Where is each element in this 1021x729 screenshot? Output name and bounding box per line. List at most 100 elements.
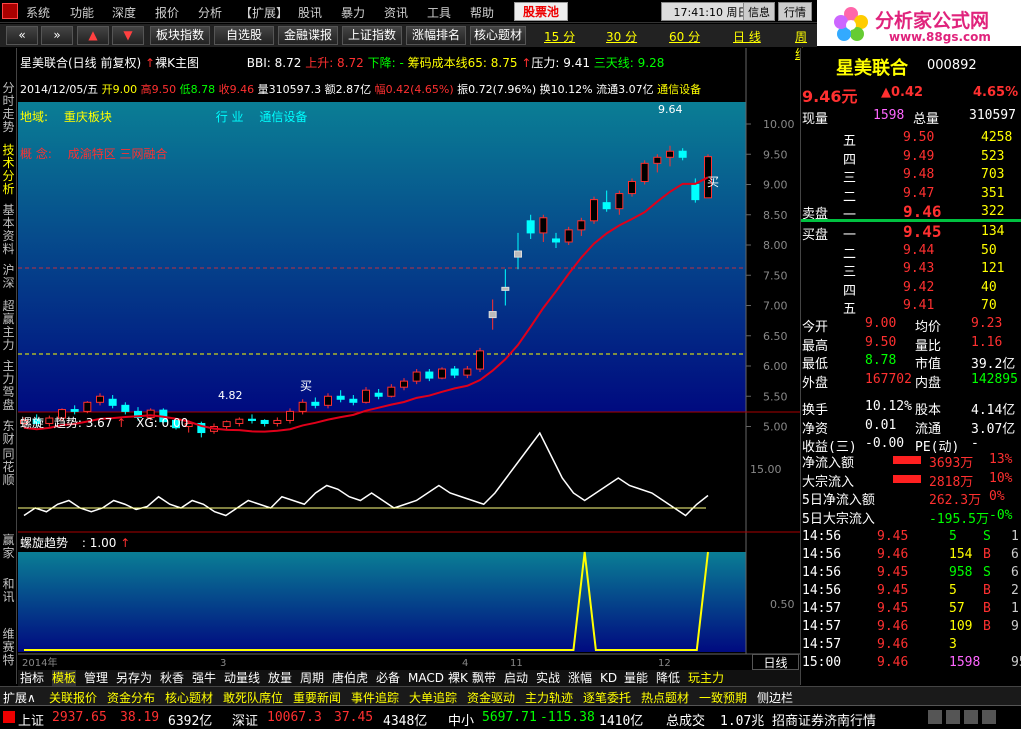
period-daily[interactable]: 日 线 <box>733 28 761 45</box>
ext-tab[interactable]: 扩展∧ <box>3 689 36 706</box>
tab-weisaite[interactable]: 维赛特 <box>1 628 16 667</box>
next-double-button[interactable]: » <box>41 26 73 45</box>
indicator-tab[interactable]: MACD <box>408 670 444 686</box>
tray-icons[interactable] <box>928 710 1018 726</box>
ext-tab[interactable]: 敢死队席位 <box>223 689 283 706</box>
kline-chart[interactable]: 10.00 9.50 9.00 8.50 8.00 7.50 7.00 6.50 6.00 5.5… <box>18 48 800 670</box>
candle <box>260 419 269 424</box>
buy-signal-1: 买 <box>707 175 719 189</box>
tab-eastmoney[interactable]: 东财 <box>1 420 16 446</box>
quote-panel: 星美联合 000892 9.46元 ▲0.42 4.65% 现量 1598 总量… <box>800 48 1021 705</box>
up-label: 上升: 8.72 <box>305 56 364 70</box>
y-tick-label: 6.00 <box>763 360 788 373</box>
ext-tab[interactable]: 主力轨迹 <box>525 689 573 706</box>
menu-system[interactable]: 系统 <box>26 4 50 21</box>
x-tick-4: 4 <box>462 658 468 669</box>
tab-shsz[interactable]: 沪深 <box>1 264 16 290</box>
menu-violence[interactable]: 暴力 <box>341 4 365 21</box>
indicator-tab[interactable]: 动量线 <box>224 670 260 686</box>
indicator-tab[interactable]: 唐伯虎 <box>332 670 368 686</box>
indicator-tab[interactable]: 放量 <box>268 670 292 686</box>
period-60m[interactable]: 60 分 <box>669 28 700 45</box>
menu-function[interactable]: 功能 <box>70 4 94 21</box>
indicator-tab[interactable]: 管理 <box>84 670 108 686</box>
up-arrow-button[interactable]: ▲ <box>77 26 109 45</box>
tab-mainforce[interactable]: 主力驾盘 <box>1 360 16 412</box>
indicator-tab[interactable]: 量能 <box>624 670 648 686</box>
candle <box>83 401 92 412</box>
stock-code: 000892 <box>927 58 977 73</box>
tray-icon[interactable] <box>928 710 942 724</box>
sector-index-button[interactable]: 板块指数 <box>150 26 210 45</box>
indicator-tab[interactable]: 实战 <box>536 670 560 686</box>
candle <box>96 395 104 403</box>
indicator-tab[interactable]: 飘带 <box>472 670 496 686</box>
candle <box>349 398 358 403</box>
candle <box>666 150 674 158</box>
indicator-tab[interactable]: 必备 <box>376 670 400 686</box>
period-30m[interactable]: 30 分 <box>606 28 637 45</box>
menu-tools[interactable]: 工具 <box>427 4 451 21</box>
candle <box>539 217 548 234</box>
core-theme-button[interactable]: 核心题材 <box>470 26 526 45</box>
gain-rank-button[interactable]: 涨幅排名 <box>406 26 466 45</box>
daily-label[interactable]: 日线 <box>752 654 799 670</box>
ind2-header: 螺旋趋势 : 1.00 ↑ <box>20 536 131 550</box>
tray-icon[interactable] <box>964 710 978 724</box>
quote-button[interactable]: 行情 <box>778 2 812 21</box>
ext-tab[interactable]: 重要新闻 <box>293 689 341 706</box>
indicator-tab[interactable]: 周期 <box>300 670 324 686</box>
period-15m[interactable]: 15 分 <box>544 28 575 45</box>
indicator-tab[interactable]: 指标 <box>20 670 44 686</box>
down-arrow-button[interactable]: ▼ <box>112 26 144 45</box>
ext-tab[interactable]: 事件追踪 <box>351 689 399 706</box>
ext-tab[interactable]: 核心题材 <box>165 689 213 706</box>
stock-pool-button[interactable]: 股票池 <box>514 2 568 21</box>
menu-info[interactable]: 资讯 <box>384 4 408 21</box>
flow-bar <box>893 474 921 483</box>
tray-icon[interactable] <box>946 710 960 724</box>
tab-hexun[interactable]: 和讯 <box>1 578 16 604</box>
candle <box>222 421 231 428</box>
tab-ths[interactable]: 同花顺 <box>1 448 16 487</box>
tab-fundamentals[interactable]: 基本资料 <box>1 204 16 256</box>
prev-double-button[interactable]: « <box>6 26 38 45</box>
finance-intel-button[interactable]: 金融谍报 <box>278 26 338 45</box>
app-logo-icon <box>2 3 18 19</box>
indicator-tab[interactable]: 秋香 <box>160 670 184 686</box>
tab-intraday[interactable]: 分时走势 <box>1 82 16 134</box>
indicator-tab[interactable]: 另存为 <box>116 670 152 686</box>
ext-tab[interactable]: 资金驱动 <box>467 689 515 706</box>
tab-winner[interactable]: 赢家 <box>1 534 16 560</box>
tab-superwin[interactable]: 超赢主力 <box>1 300 16 352</box>
indicator-tab[interactable]: KD <box>600 670 617 686</box>
menu-analysis[interactable]: 分析 <box>198 4 222 21</box>
tray-icon[interactable] <box>982 710 996 724</box>
ext-tab[interactable]: 侧边栏 <box>757 689 793 706</box>
ext-tab[interactable]: 一致预期 <box>699 689 747 706</box>
menu-stocknews[interactable]: 股讯 <box>298 4 322 21</box>
indicator-tab[interactable]: 强牛 <box>192 670 216 686</box>
ext-tab[interactable]: 关联报价 <box>49 689 97 706</box>
ext-tab[interactable]: 逐笔委托 <box>583 689 631 706</box>
indicator-tab[interactable]: 降低 <box>656 670 680 686</box>
last-price: 9.46元 <box>802 87 858 106</box>
indicator-tab[interactable]: 玩主力 <box>688 670 724 686</box>
tab-technical[interactable]: 技术分析 <box>1 144 16 196</box>
menu-depth[interactable]: 深度 <box>112 4 136 21</box>
indicator-tab[interactable]: 涨幅 <box>568 670 592 686</box>
info-button[interactable]: 信息 <box>743 2 775 21</box>
indicator-tab[interactable]: 模板 <box>52 670 77 686</box>
menu-help[interactable]: 帮助 <box>470 4 494 21</box>
y-tick-label: 5.00 <box>763 421 788 434</box>
watchlist-button[interactable]: 自选股 <box>214 26 274 45</box>
ext-tab[interactable]: 大单追踪 <box>409 689 457 706</box>
indicator-tab[interactable]: 裸K <box>448 670 468 686</box>
tri-label: 三天线: 9.28 <box>593 56 665 70</box>
sh-index-button[interactable]: 上证指数 <box>342 26 402 45</box>
menu-quote[interactable]: 报价 <box>155 4 179 21</box>
menu-extend[interactable]: 【扩展】 <box>240 4 288 21</box>
indicator-tab[interactable]: 启动 <box>504 670 528 686</box>
ext-tab[interactable]: 资金分布 <box>107 689 155 706</box>
ext-tab[interactable]: 热点题材 <box>641 689 689 706</box>
